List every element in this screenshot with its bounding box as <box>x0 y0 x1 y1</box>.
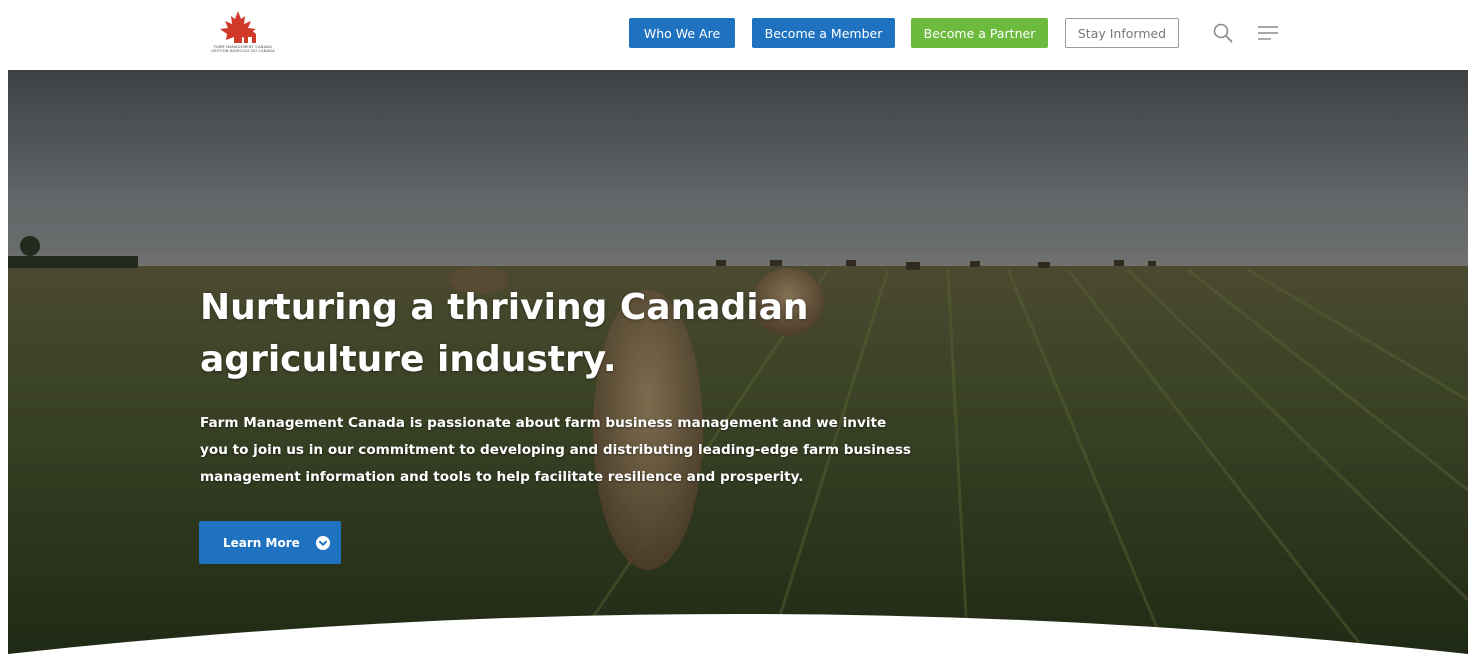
who-we-are-button[interactable]: Who We Are <box>629 18 735 48</box>
hero-description: Farm Management Canada is passionate abo… <box>200 415 911 485</box>
learn-more-button[interactable]: Learn More <box>199 521 341 564</box>
become-member-button[interactable]: Become a Member <box>752 18 895 48</box>
learn-more-label: Learn More <box>223 535 300 550</box>
hero-banner: Nurturing a thriving Canadian agricultur… <box>8 70 1468 654</box>
search-icon[interactable] <box>1212 22 1234 44</box>
site-header: FARM MANAGEMENT CANADA GESTION AGRICOLE … <box>0 0 1476 70</box>
hamburger-menu-icon[interactable] <box>1257 22 1279 44</box>
logo-wordmark: FARM MANAGEMENT CANADA GESTION AGRICOLE … <box>198 45 288 54</box>
hero-title: Nurturing a thriving Canadian agricultur… <box>200 287 809 380</box>
become-partner-button[interactable]: Become a Partner <box>911 18 1048 48</box>
site-logo[interactable]: FARM MANAGEMENT CANADA GESTION AGRICOLE … <box>198 10 288 60</box>
logo-text-line-2: GESTION AGRICOLE DU CANADA <box>211 49 275 54</box>
stay-informed-button[interactable]: Stay Informed <box>1065 18 1179 48</box>
maple-leaf-logo-icon <box>220 11 256 43</box>
hero-bottom-curve <box>8 614 1468 654</box>
chevron-down-circle-icon <box>315 535 330 550</box>
